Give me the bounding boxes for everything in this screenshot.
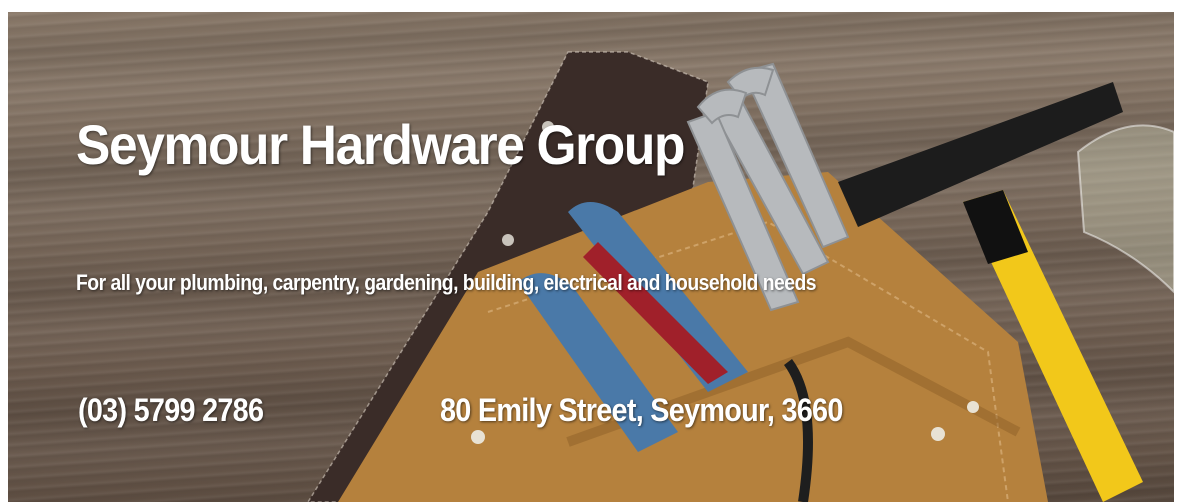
tagline: For all your plumbing, carpentry, garden… [76, 270, 817, 295]
phone-number: (03) 5799 2786 [78, 392, 264, 428]
page-frame: Seymour Hardware Group For all your plum… [0, 0, 1178, 502]
business-name: Seymour Hardware Group [76, 113, 685, 176]
hero-banner: Seymour Hardware Group For all your plum… [8, 12, 1174, 502]
safety-glasses [1076, 124, 1174, 294]
street-address: 80 Emily Street, Seymour, 3660 [440, 392, 843, 428]
